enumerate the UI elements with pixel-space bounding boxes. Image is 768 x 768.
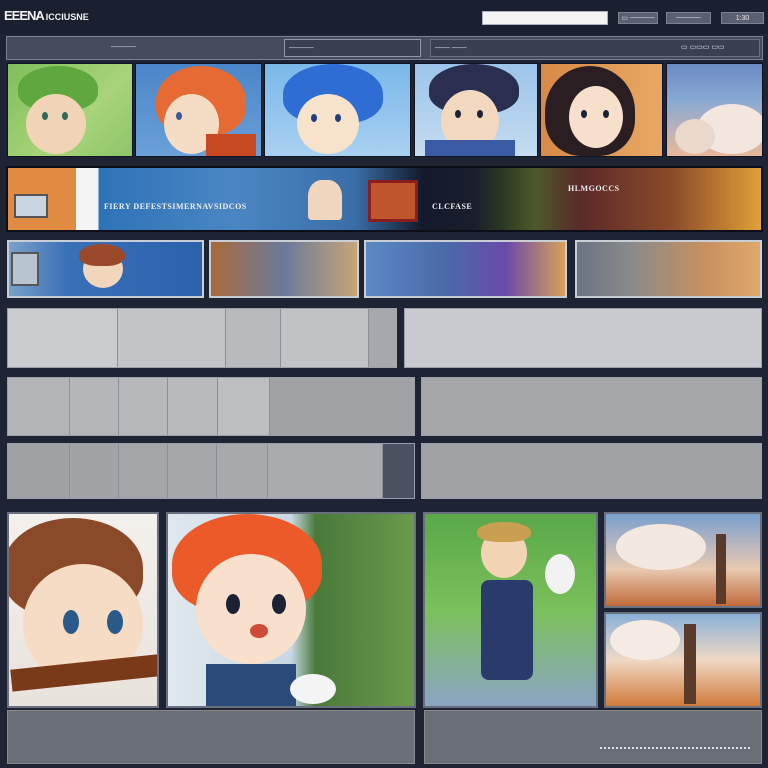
footer-panel-left[interactable] (7, 710, 415, 764)
logo-main: EEENA (4, 8, 45, 23)
toolbar: ───── ───── ─── ─── ▭ ▭▭▭ ▭▭ (6, 36, 763, 60)
panel-cell[interactable] (217, 444, 268, 498)
panel-a-right[interactable] (404, 308, 762, 368)
toolbar-item-4[interactable]: ▭ ▭▭▭ ▭▭ (677, 39, 757, 57)
panel-cell[interactable] (168, 444, 217, 498)
panel-cell[interactable] (118, 309, 226, 367)
search-input[interactable] (482, 11, 608, 25)
gallery-image-1[interactable] (7, 512, 159, 708)
strip-item-4[interactable] (575, 240, 762, 298)
panel-cell[interactable] (8, 378, 70, 435)
panel-c-right[interactable] (421, 443, 762, 499)
panel-cell[interactable] (270, 378, 414, 435)
gallery-image-2[interactable] (166, 512, 416, 708)
panel-cell[interactable] (119, 444, 168, 498)
header-button-2[interactable]: ───── (666, 12, 711, 24)
panel-cell[interactable] (218, 378, 270, 435)
panel-cell[interactable] (383, 444, 414, 498)
thumbnail-6[interactable] (666, 63, 763, 157)
logo-sub: ICCIUSNE (45, 12, 89, 22)
header-button-1[interactable]: ▭ ───── (618, 12, 658, 24)
panel-cell[interactable] (119, 378, 168, 435)
panel-b-right[interactable] (421, 377, 762, 436)
gallery-image-5[interactable] (604, 612, 762, 708)
footer-indicator (600, 747, 750, 755)
gallery-image-4[interactable] (604, 512, 762, 608)
banner-text-mid: CLCFASE (432, 202, 473, 211)
panel-cell[interactable] (226, 309, 281, 367)
panel-cell[interactable] (168, 378, 218, 435)
hero-banner[interactable]: FIERY DEFESTSIMERNAVSIDCOS CLCFASE HLMGO… (6, 166, 763, 232)
panel-cell[interactable] (8, 309, 118, 367)
panel-cell[interactable] (369, 309, 397, 367)
thumbnail-5[interactable] (540, 63, 663, 157)
monitor-icon (14, 194, 48, 218)
footer-panel-right[interactable] (424, 710, 762, 764)
app-logo[interactable]: EEENA ICCIUSNE (4, 8, 89, 23)
thumbnail-3[interactable] (264, 63, 411, 157)
monitor-icon (11, 252, 39, 286)
banner-text-left: FIERY DEFESTSIMERNAVSIDCOS (104, 202, 247, 211)
panel-cell[interactable] (70, 378, 119, 435)
toolbar-item-2[interactable]: ───── (284, 39, 421, 57)
panel-cell[interactable] (268, 444, 383, 498)
strip-item-1[interactable] (7, 240, 204, 298)
thumbnail-1[interactable] (7, 63, 133, 157)
panel-cell[interactable] (8, 444, 70, 498)
header-button-3[interactable]: 1:30 (721, 12, 764, 24)
panel-b-left[interactable] (7, 377, 415, 436)
strip-item-2[interactable] (209, 240, 359, 298)
panel-a-left[interactable] (7, 308, 397, 368)
thumbnail-4[interactable] (414, 63, 538, 157)
banner-text-right: HLMGOCCS (568, 184, 620, 193)
thumbnail-2[interactable] (135, 63, 262, 157)
panel-c-left[interactable] (7, 443, 415, 499)
panel-cell[interactable] (70, 444, 119, 498)
banner-image[interactable] (368, 180, 418, 222)
banner-character (308, 180, 342, 220)
toolbar-item-1[interactable]: ───── (107, 39, 141, 57)
strip-item-3[interactable] (364, 240, 567, 298)
gallery-image-3[interactable] (423, 512, 598, 708)
panel-cell[interactable] (281, 309, 369, 367)
